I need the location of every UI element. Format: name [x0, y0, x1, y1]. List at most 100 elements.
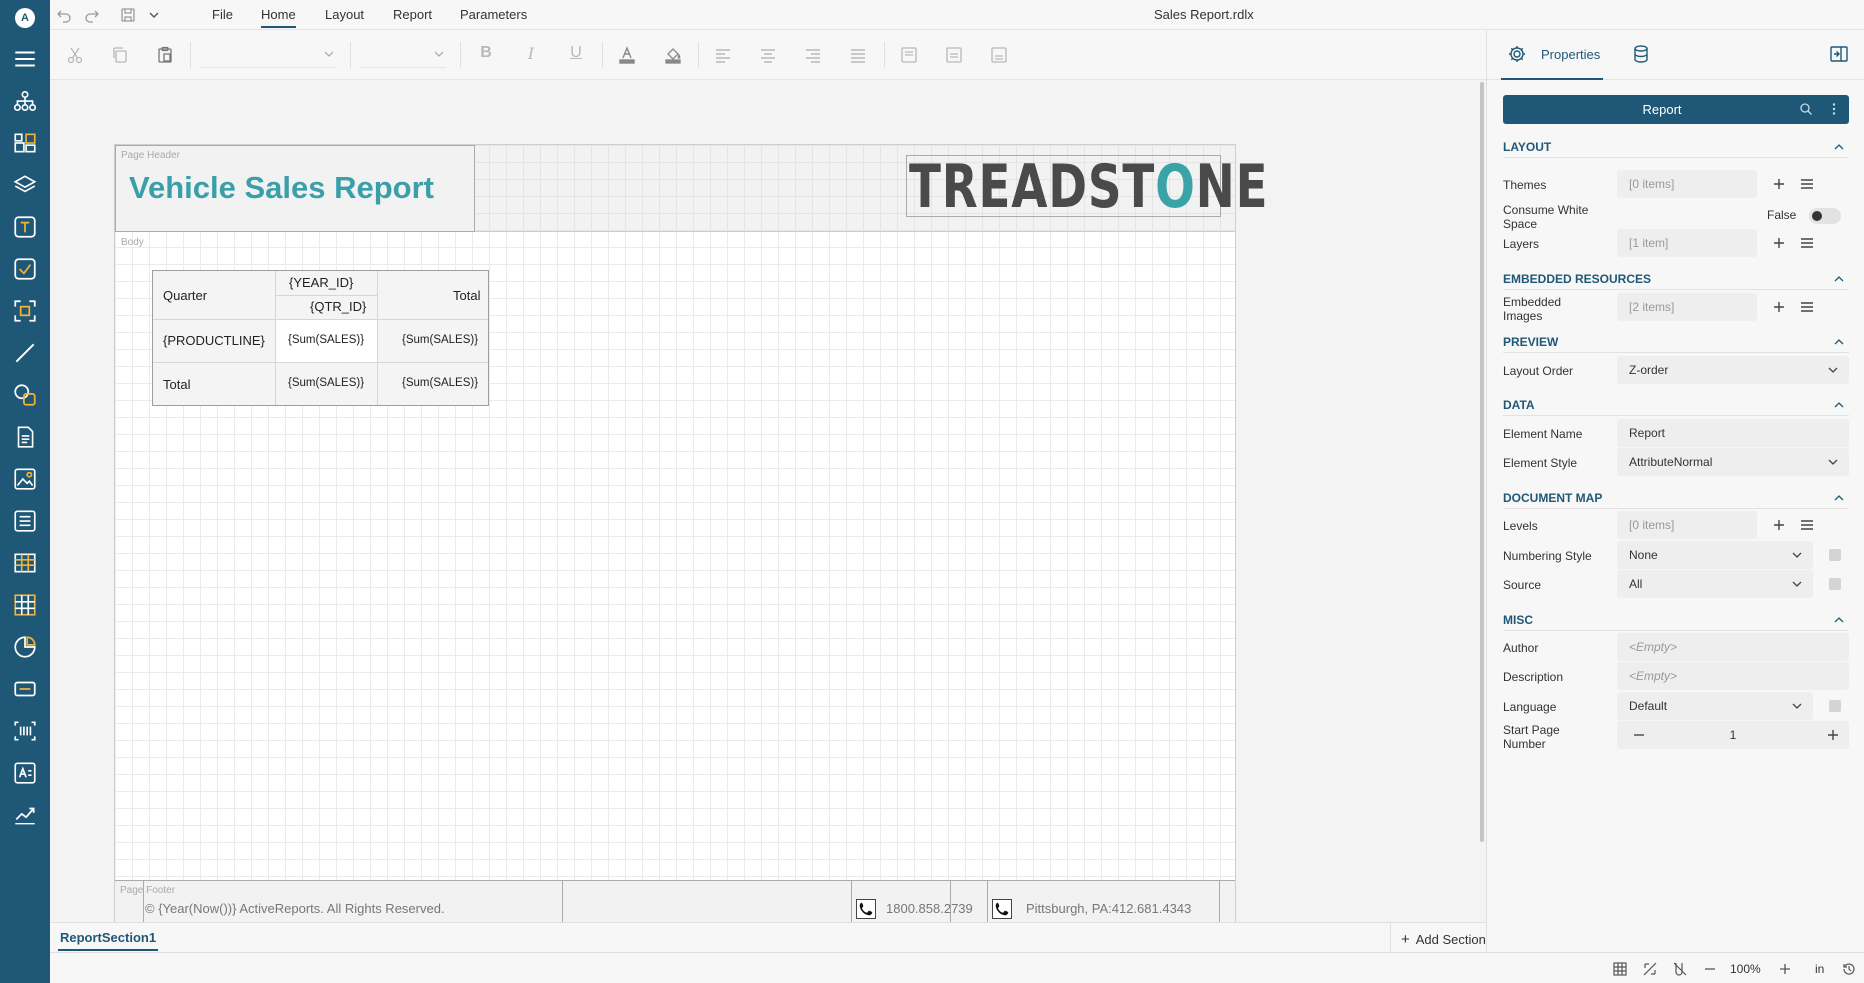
menu-tab-home[interactable]: Home [261, 7, 296, 28]
group-misc[interactable]: MISC [1503, 611, 1849, 631]
cut-icon[interactable] [66, 46, 84, 64]
snap-grid-icon[interactable] [1672, 961, 1688, 977]
prop-layout-order-select[interactable]: Z-order [1617, 356, 1849, 384]
subreport-icon[interactable] [12, 676, 38, 702]
line-icon[interactable] [12, 340, 38, 366]
align-right-icon[interactable] [804, 46, 822, 64]
list-menu-icon[interactable] [1799, 176, 1815, 192]
components-icon[interactable] [12, 130, 38, 156]
valign-top-icon[interactable] [900, 46, 918, 64]
prop-description-input[interactable]: <Empty> [1617, 662, 1849, 690]
increment-icon[interactable] [1825, 727, 1841, 743]
font-color-icon[interactable] [618, 46, 636, 64]
align-left-icon[interactable] [714, 46, 732, 64]
prop-themes-field[interactable]: [0 items] [1617, 170, 1757, 198]
matrix-total-column-header[interactable]: Total [453, 288, 480, 303]
fill-color-icon[interactable] [664, 46, 682, 64]
numbering-style-checkbox[interactable] [1829, 549, 1841, 561]
group-preview[interactable]: PREVIEW [1503, 333, 1849, 353]
paste-icon[interactable] [156, 46, 174, 64]
list-menu-icon[interactable] [1799, 235, 1815, 251]
prop-language-select[interactable]: Default [1617, 692, 1813, 720]
prop-embedded-images-field[interactable]: [2 items] [1617, 293, 1757, 321]
bold-button[interactable]: B [477, 44, 495, 62]
image-icon[interactable] [12, 466, 38, 492]
report-page[interactable]: Page Header Vehicle Sales Report TREADST… [114, 144, 1268, 923]
group-data[interactable]: DATA [1503, 396, 1849, 416]
menu-tab-layout[interactable]: Layout [325, 7, 364, 22]
prop-source-select[interactable]: All [1617, 570, 1813, 598]
save-options-chevron-icon[interactable] [146, 7, 162, 23]
matrix-data-cell[interactable]: {Sum(SALES)} [288, 334, 364, 346]
menu-tab-parameters[interactable]: Parameters [460, 7, 527, 22]
add-icon[interactable] [1771, 235, 1787, 251]
tablix-icon[interactable] [12, 592, 38, 618]
add-icon[interactable] [1771, 517, 1787, 533]
units-selector[interactable]: in [1815, 962, 1824, 976]
chart-icon[interactable] [12, 634, 38, 660]
prop-author-input[interactable]: <Empty> [1617, 633, 1849, 661]
object-selector[interactable]: Report [1503, 95, 1849, 124]
matrix-column-group-quarter[interactable]: {QTR_ID} [310, 299, 366, 314]
font-size-dropdown[interactable] [360, 42, 446, 68]
justify-icon[interactable] [849, 46, 867, 64]
list-menu-icon[interactable] [1799, 517, 1815, 533]
valign-bottom-icon[interactable] [990, 46, 1008, 64]
list-menu-icon[interactable] [1799, 299, 1815, 315]
undo-icon[interactable] [56, 7, 72, 23]
group-document-map[interactable]: DOCUMENT MAP [1503, 489, 1849, 509]
add-icon[interactable] [1771, 176, 1787, 192]
valign-middle-icon[interactable] [945, 46, 963, 64]
more-options-icon[interactable] [1827, 102, 1841, 116]
prop-element-style-select[interactable]: AttributeNormal [1617, 448, 1849, 476]
redo-icon[interactable] [84, 7, 100, 23]
matrix-grand-total-cell[interactable]: {Sum(SALES)} [402, 377, 478, 389]
zoom-level[interactable]: 100% [1730, 962, 1761, 976]
prop-element-name-input[interactable]: Report [1617, 419, 1849, 447]
add-icon[interactable] [1771, 299, 1787, 315]
shapes-icon[interactable] [12, 382, 38, 408]
menu-tab-file[interactable]: File [212, 7, 233, 22]
grid-icon[interactable] [1612, 961, 1628, 977]
prop-start-page-number-stepper[interactable]: 1 [1617, 721, 1849, 749]
group-layout[interactable]: LAYOUT [1503, 138, 1849, 158]
matrix-row-total-cell[interactable]: {Sum(SALES)} [402, 334, 478, 346]
prop-numbering-style-select[interactable]: None [1617, 541, 1813, 569]
search-icon[interactable] [1799, 102, 1813, 116]
matrix-column-total-cell[interactable]: {Sum(SALES)} [288, 377, 364, 389]
section-tab-reportsection1[interactable]: ReportSection1 [58, 923, 159, 951]
italic-button[interactable]: I [522, 44, 540, 63]
decrement-icon[interactable] [1631, 727, 1647, 743]
page-footer-section[interactable]: Page Footer © {Year(Now())} ActiveReport… [115, 880, 1235, 923]
matrix-corner-cell[interactable]: Quarter [163, 288, 207, 303]
formatted-text-icon[interactable] [12, 760, 38, 786]
table-icon[interactable] [12, 550, 38, 576]
history-icon[interactable] [1841, 961, 1857, 977]
font-family-dropdown[interactable] [200, 42, 336, 68]
tab-properties[interactable]: Properties [1501, 30, 1603, 80]
prop-levels-field[interactable]: [0 items] [1617, 511, 1757, 539]
tab-data[interactable] [1623, 30, 1663, 80]
hierarchy-icon[interactable] [12, 88, 38, 114]
source-checkbox[interactable] [1829, 578, 1841, 590]
treadstone-logo-image[interactable]: TREADSTONE [906, 155, 1268, 218]
barcode-icon[interactable] [12, 718, 38, 744]
page-header-section[interactable]: Page Header Vehicle Sales Report TREADST… [115, 145, 1268, 232]
consume-white-space-toggle[interactable] [1809, 208, 1841, 224]
zoom-in-icon[interactable] [1777, 961, 1793, 977]
underline-button[interactable]: U [567, 44, 585, 62]
container-icon[interactable] [12, 298, 38, 324]
canvas-vertical-scrollbar[interactable] [1480, 82, 1484, 842]
sparkline-icon[interactable] [12, 802, 38, 828]
align-center-icon[interactable] [759, 46, 777, 64]
richtext-icon[interactable] [12, 424, 38, 450]
language-checkbox[interactable] [1829, 700, 1841, 712]
checkbox-icon[interactable] [12, 256, 38, 282]
group-embedded-resources[interactable]: EMBEDDED RESOURCES [1503, 270, 1849, 290]
menu-tab-report[interactable]: Report [393, 7, 432, 22]
add-section-button[interactable]: + Add Section [1390, 923, 1486, 953]
layers-icon[interactable] [12, 172, 38, 198]
sales-matrix[interactable]: Quarter {YEAR_ID} {QTR_ID} Total {PRODUC… [152, 270, 489, 406]
textbox-icon[interactable] [12, 214, 38, 240]
zoom-out-icon[interactable] [1702, 961, 1718, 977]
